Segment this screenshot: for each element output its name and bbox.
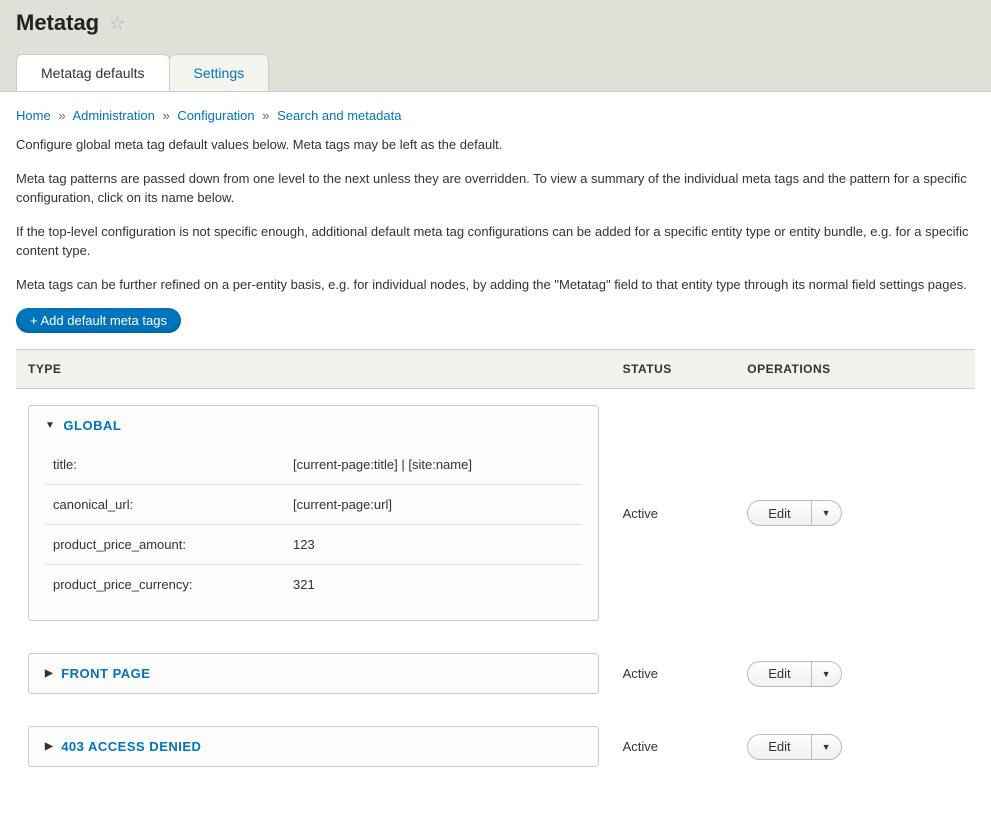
triangle-right-icon: ▶ xyxy=(45,741,53,752)
triangle-down-icon: ▼ xyxy=(45,420,55,431)
meta-field-key: canonical_url: xyxy=(53,497,293,512)
meta-field-value: [current-page:title] | [site:name] xyxy=(293,457,472,472)
edit-button[interactable]: Edit xyxy=(748,662,811,686)
details-summary-front-page[interactable]: ▶ FRONT PAGE xyxy=(29,654,598,693)
primary-tabs: Metatag defaults Settings xyxy=(16,54,975,91)
operations-dropbutton: Edit ▼ xyxy=(747,661,841,687)
description-text: Configure global meta tag default values… xyxy=(16,135,975,155)
details-global: ▼ GLOBAL title: [current-page:title] | [… xyxy=(28,405,599,621)
operations-dropbutton: Edit ▼ xyxy=(747,500,841,526)
description-text: Meta tags can be further refined on a pe… xyxy=(16,275,975,295)
breadcrumb: Home » Administration » Configuration » … xyxy=(16,108,975,123)
tab-settings[interactable]: Settings xyxy=(169,54,270,91)
meta-field-key: product_price_currency: xyxy=(53,577,293,592)
column-header-operations: OPERATIONS xyxy=(735,350,975,389)
status-label: Active xyxy=(623,506,658,521)
table-row: ▼ GLOBAL title: [current-page:title] | [… xyxy=(16,389,975,638)
operations-dropbutton: Edit ▼ xyxy=(747,734,841,760)
edit-button[interactable]: Edit xyxy=(748,735,811,759)
details-summary-403[interactable]: ▶ 403 ACCESS DENIED xyxy=(29,727,598,766)
breadcrumb-separator: » xyxy=(162,108,169,123)
dropdown-arrow-icon[interactable]: ▼ xyxy=(812,735,841,759)
favorite-star-icon[interactable]: ☆ xyxy=(109,13,125,34)
column-header-status: STATUS xyxy=(611,350,736,389)
breadcrumb-separator: » xyxy=(262,108,269,123)
details-title: GLOBAL xyxy=(63,418,121,433)
meta-field-value: [current-page:url] xyxy=(293,497,392,512)
details-front-page: ▶ FRONT PAGE xyxy=(28,653,599,694)
breadcrumb-search-metadata[interactable]: Search and metadata xyxy=(277,108,401,123)
column-header-type: TYPE xyxy=(16,350,611,389)
table-row: ▶ 403 ACCESS DENIED Active Edit ▼ xyxy=(16,710,975,783)
dropdown-arrow-icon[interactable]: ▼ xyxy=(812,501,841,525)
meta-field-key: title: xyxy=(53,457,293,472)
breadcrumb-home[interactable]: Home xyxy=(16,108,51,123)
meta-field-row: product_price_amount: 123 xyxy=(45,525,582,565)
page-title: Metatag xyxy=(16,10,99,36)
meta-field-key: product_price_amount: xyxy=(53,537,293,552)
description-text: Meta tag patterns are passed down from o… xyxy=(16,169,975,208)
status-label: Active xyxy=(623,739,658,754)
tab-metatag-defaults[interactable]: Metatag defaults xyxy=(16,54,170,91)
meta-field-value: 321 xyxy=(293,577,315,592)
dropdown-arrow-icon[interactable]: ▼ xyxy=(812,662,841,686)
triangle-right-icon: ▶ xyxy=(45,668,53,679)
meta-field-row: canonical_url: [current-page:url] xyxy=(45,485,582,525)
details-summary-global[interactable]: ▼ GLOBAL xyxy=(29,406,598,445)
table-row: ▶ FRONT PAGE Active Edit ▼ xyxy=(16,637,975,710)
details-403: ▶ 403 ACCESS DENIED xyxy=(28,726,599,767)
edit-button[interactable]: Edit xyxy=(748,501,811,525)
meta-field-row: product_price_currency: 321 xyxy=(45,565,582,604)
details-title: FRONT PAGE xyxy=(61,666,150,681)
meta-field-row: title: [current-page:title] | [site:name… xyxy=(45,445,582,485)
status-label: Active xyxy=(623,666,658,681)
details-title: 403 ACCESS DENIED xyxy=(61,739,201,754)
breadcrumb-separator: » xyxy=(58,108,65,123)
description-text: If the top-level configuration is not sp… xyxy=(16,222,975,261)
meta-field-value: 123 xyxy=(293,537,315,552)
breadcrumb-administration[interactable]: Administration xyxy=(72,108,154,123)
breadcrumb-configuration[interactable]: Configuration xyxy=(177,108,254,123)
add-default-meta-tags-button[interactable]: + Add default meta tags xyxy=(16,308,181,333)
